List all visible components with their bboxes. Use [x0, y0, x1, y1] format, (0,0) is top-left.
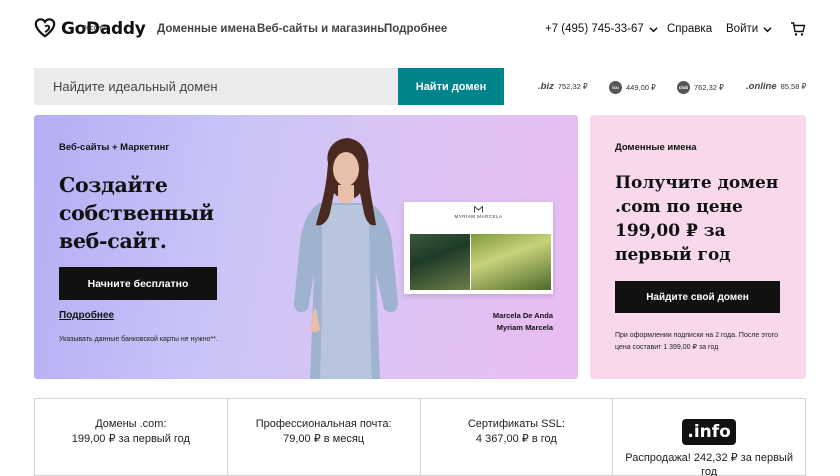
- info-sale-text-cont: год: [701, 466, 718, 476]
- tld-price: 85,58 ₽: [780, 82, 807, 91]
- hero-more-link[interactable]: Подробнее: [59, 310, 114, 321]
- preview-site-brand: MYRIAM MARCELA: [454, 214, 503, 219]
- tld-badge: icu: [609, 81, 622, 94]
- card-price: 199,00 ₽ за первый год: [71, 433, 190, 445]
- product-card-ssl[interactable]: Сертификаты SSL: 4 367,00 ₽ в год: [421, 399, 614, 475]
- logo-country: Россия: [82, 25, 105, 32]
- preview-photo: [471, 234, 551, 290]
- woman-photo: [294, 138, 398, 379]
- nav-more[interactable]: Подробнее: [384, 23, 447, 35]
- hero-note: Указывать данные банковской карты не нуж…: [59, 336, 218, 343]
- tld-price: 449,00 ₽: [626, 83, 656, 92]
- chevron-down-icon: [763, 26, 772, 32]
- product-cards: Домены .com: 199,00 ₽ за первый год Проф…: [34, 398, 806, 476]
- help-link[interactable]: Справка: [667, 23, 712, 35]
- info-sale-text: Распродажа! 242,32 ₽ за первый: [625, 452, 793, 464]
- tld-price: 762,32 ₽: [694, 83, 724, 92]
- monogram-icon: [474, 206, 483, 213]
- phone-menu[interactable]: +7 (495) 745-33-67: [545, 23, 658, 35]
- hero-kicker: Веб-сайты + Маркетинг: [59, 142, 170, 153]
- websites-hero-banner: Веб-сайты + Маркетинг Создайте собственн…: [34, 115, 578, 379]
- login-label: Войти: [726, 23, 759, 35]
- login-menu[interactable]: Войти: [726, 23, 772, 35]
- find-domain-button[interactable]: Найти домен: [398, 68, 504, 105]
- hero-title: Создайте собственный веб-сайт.: [59, 173, 214, 253]
- tld-online[interactable]: .online 85,58 ₽: [746, 81, 806, 92]
- tld-price: 752,32 ₽: [557, 82, 588, 91]
- tld-name: .biz: [538, 81, 554, 92]
- phone-number: +7 (495) 745-33-67: [545, 23, 644, 35]
- preview-photo: [410, 234, 470, 290]
- product-card-com[interactable]: Домены .com: 199,00 ₽ за первый год: [35, 399, 228, 475]
- find-your-domain-button[interactable]: Найдите свой домен: [615, 281, 780, 313]
- chevron-down-icon: [649, 26, 658, 32]
- domain-search-input[interactable]: [34, 68, 398, 105]
- start-free-button[interactable]: Начните бесплатно: [59, 267, 217, 300]
- promo-title: Получите домен .com по цене 199,00 ₽ за …: [615, 173, 779, 265]
- tld-badge: club: [677, 81, 690, 94]
- godaddy-logo-icon: [34, 18, 56, 38]
- tld-club[interactable]: club 762,32 ₽: [677, 81, 724, 94]
- tld-icu[interactable]: icu 449,00 ₽: [609, 81, 656, 94]
- card-price: 4 367,00 ₽ в год: [475, 433, 557, 445]
- cart-icon[interactable]: [790, 21, 806, 37]
- product-card-email[interactable]: Профессиональная почта: 79,00 ₽ в месяц: [228, 399, 421, 475]
- website-preview-card: MYRIAM MARCELA: [404, 202, 553, 294]
- photo-caption-brand: Myriam Marcela: [496, 323, 553, 332]
- photo-caption-name: Marcela De Anda: [492, 311, 553, 320]
- nav-websites-stores[interactable]: Веб-сайты и магазины: [257, 23, 387, 35]
- promo-note: При оформлении подписки на 2 года. После…: [615, 332, 778, 351]
- card-price: 79,00 ₽ в месяц: [283, 433, 365, 445]
- info-tld-logo: .info: [682, 419, 737, 445]
- site-header: GoDaddy Россия Доменные имена Веб-сайты …: [0, 0, 840, 62]
- nav-domains[interactable]: Доменные имена: [157, 23, 256, 35]
- domain-promo-banner: Доменные имена Получите домен .com по це…: [590, 115, 806, 379]
- card-title: Сертификаты SSL:: [467, 418, 565, 430]
- product-card-info[interactable]: .info Распродажа! 242,32 ₽ за первый год: [613, 399, 805, 476]
- tld-biz[interactable]: .biz 752,32 ₽: [538, 81, 588, 92]
- tld-name: .online: [746, 81, 777, 92]
- card-title: Профессиональная почта:: [255, 418, 392, 430]
- promo-kicker: Доменные имена: [615, 142, 697, 153]
- card-title: Домены .com:: [95, 418, 167, 430]
